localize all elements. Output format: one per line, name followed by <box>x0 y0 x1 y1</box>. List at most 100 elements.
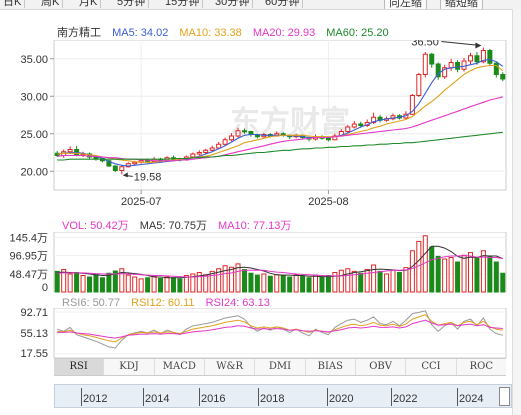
tab-week-k[interactable]: 周K <box>38 0 64 8</box>
volume-bar-down <box>170 277 176 293</box>
tab-cci[interactable]: CCI <box>406 359 457 375</box>
candle-up <box>467 55 473 62</box>
volume-bar-up <box>67 273 73 293</box>
candle-up <box>119 166 125 171</box>
volume-bar-up <box>164 276 170 293</box>
volume-bar-down <box>429 246 435 293</box>
volume-bar-down <box>93 274 99 293</box>
tab-kdj[interactable]: KDJ <box>104 359 155 375</box>
y-tick-label: 48.47万 <box>9 269 48 281</box>
tab-rsi[interactable]: RSI <box>54 359 105 375</box>
volume-bar-down <box>396 272 402 293</box>
y-tick-label: 0 <box>42 282 48 294</box>
candle-up <box>416 74 422 96</box>
volume-bar-down <box>500 272 506 293</box>
candle-up <box>351 123 357 128</box>
y-tick-label: 25.00 <box>20 129 48 141</box>
y-tick-label: 92.71 <box>20 308 48 319</box>
volume-bar-down <box>280 275 286 293</box>
volume-bar-down <box>287 276 293 293</box>
tab-dmi[interactable]: DMI <box>255 359 306 375</box>
volume-bar-up <box>151 275 157 293</box>
volume-bar-down <box>241 269 247 293</box>
volume-bar-up <box>203 274 209 293</box>
tab-60min[interactable]: 60分钟 <box>262 0 304 8</box>
tab-macd[interactable]: MACD <box>155 359 205 375</box>
candle-up <box>448 62 454 69</box>
timeline-year-2012: 2012 <box>83 393 108 405</box>
timeline-year-2018: 2018 <box>260 393 285 405</box>
tab-5min[interactable]: 5分钟 <box>114 0 150 8</box>
period-toolbar: 日K 周K 月K 5分钟 15分钟 30分钟 60分钟 向左缩 缩短缩 <box>0 0 521 10</box>
volume-bar-up <box>293 274 299 293</box>
volume-bar-up <box>80 275 86 293</box>
tab-day-k[interactable]: 日K <box>0 0 26 8</box>
y-tick-label: 20.00 <box>20 166 48 178</box>
candle-up <box>209 147 215 151</box>
tab-obv[interactable]: OBV <box>356 359 407 375</box>
tab-15min[interactable]: 15分钟 <box>162 0 204 8</box>
tab-bias[interactable]: BIAS <box>306 359 356 375</box>
candle-up <box>132 161 138 165</box>
timeline-year-2020: 2020 <box>329 393 354 405</box>
candle-up <box>235 130 241 137</box>
volume-bar-up <box>274 274 280 293</box>
volume-bar-up <box>448 257 454 293</box>
candle-up <box>229 135 235 141</box>
volume-bar-up <box>229 266 235 293</box>
vol-ma10-legend: MA10: 77.13万 <box>218 220 292 232</box>
volume-bar-down <box>54 270 60 293</box>
timeline-handle[interactable] <box>499 387 510 406</box>
ma10-legend: MA10: 33.38 <box>179 27 242 39</box>
volume-bar-up <box>338 269 344 293</box>
volume-bar-down <box>455 261 461 293</box>
volume-bar-down <box>145 277 151 293</box>
x-tick-label: 2025-07 <box>121 196 161 208</box>
volume-bar-down <box>474 257 480 293</box>
candle-down <box>500 74 506 80</box>
volume-bar-down <box>300 275 306 293</box>
timeline-year-2014: 2014 <box>145 393 170 405</box>
timeline-tick <box>81 388 82 406</box>
ma20-legend: MA20: 29.93 <box>252 27 316 39</box>
y-tick-label: 17.55 <box>20 348 48 358</box>
volume-bar-up <box>345 268 351 293</box>
tab-roc[interactable]: ROC <box>457 359 506 375</box>
right-side-panel <box>512 9 521 415</box>
y-tick-label: 55.13 <box>20 328 48 340</box>
timeline-year-2016: 2016 <box>201 393 226 405</box>
volume-bar-down <box>99 277 105 293</box>
volume-bar-down <box>493 261 499 293</box>
candlestick-chart[interactable]: 东方财富 20.00 25.00 30.00 35.00 2025-07 2025-08… <box>0 40 512 210</box>
candle-up <box>461 60 467 70</box>
tab-30min[interactable]: 30分钟 <box>212 0 254 8</box>
rsi6-line <box>57 310 503 349</box>
stock-name: 南方精工 <box>57 27 101 39</box>
volume-bar-down <box>158 278 164 293</box>
candle-down <box>112 165 118 171</box>
volume-bar-up <box>409 250 415 293</box>
tab-month-k[interactable]: 月K <box>76 0 102 8</box>
candle-down <box>241 130 247 133</box>
timeline-tick <box>199 388 200 406</box>
candle-up <box>422 53 428 75</box>
volume-bar-down <box>487 255 493 293</box>
zoom-left-button[interactable]: 向左缩 <box>384 0 427 9</box>
timeline-scrollbar[interactable]: 2012 2014 2016 2018 2020 2022 2024 <box>54 384 512 408</box>
main-legend: 南方精工 MA5: 34.02 MA10: 33.38 MA20: 29.93 … <box>57 26 389 40</box>
rsi-chart[interactable]: 17.55 55.13 92.71 <box>0 308 512 358</box>
zoom-shrink-button[interactable]: 缩短缩 <box>440 0 483 9</box>
candle-down <box>358 123 364 126</box>
volume-chart[interactable]: 048.47万 96.95万 145.4万 <box>0 232 512 294</box>
volume-bar-down <box>254 274 260 293</box>
volume-bar-down <box>435 255 441 293</box>
volume-bar-up <box>384 273 390 293</box>
tab-wr[interactable]: W&R <box>205 359 256 375</box>
timeline-tick <box>143 388 144 406</box>
low-arrowhead <box>122 172 128 178</box>
timeline-year-2022: 2022 <box>393 393 418 405</box>
volume-bar-down <box>177 278 183 293</box>
candle-down <box>325 137 331 141</box>
volume-bar-down <box>87 276 93 293</box>
volume-legend: VOL: 50.42万 MA5: 70.75万 MA10: 77.13万 <box>62 219 291 233</box>
